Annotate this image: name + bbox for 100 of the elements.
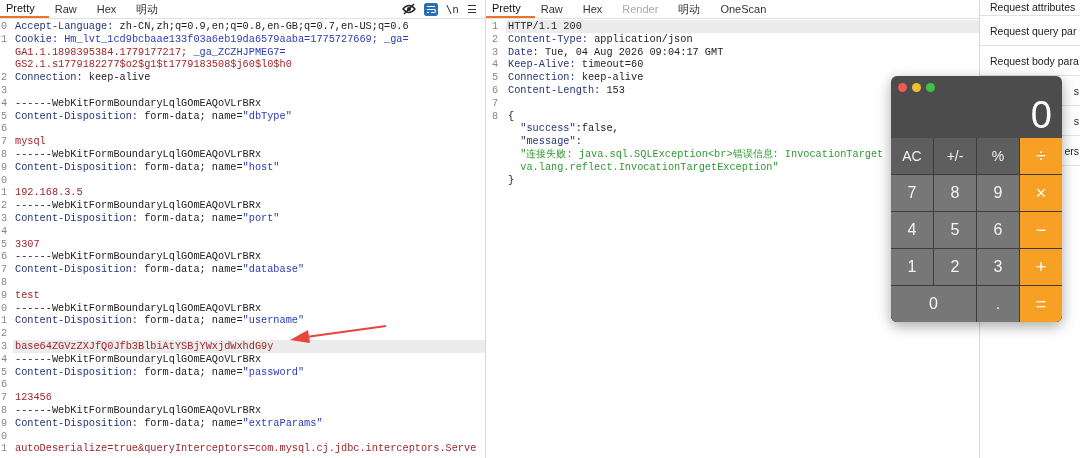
calculator-key[interactable]: 0 <box>891 286 976 322</box>
code-line: Accept-Language: zh-CN,zh;q=0.9,en;q=0.8,en-GB;q=0.7,en-US;q=0.6 <box>14 20 409 33</box>
code-line: Date: Tue, 04 Aug 2026 09:04:17 GMT <box>507 45 724 59</box>
close-icon[interactable] <box>898 83 907 92</box>
code-line: Content-Length: 153 <box>507 84 625 97</box>
menu-button[interactable]: ☰ <box>467 2 477 16</box>
code-line: ------WebKitFormBoundaryLqlGOmEAQoVLrBRx <box>14 147 262 161</box>
inspector-section[interactable]: s <box>1073 114 1079 127</box>
calculator-key[interactable]: 4 <box>891 212 933 248</box>
code-line: test <box>14 288 40 302</box>
code-line: Content-Disposition: form-data; name="database" <box>14 263 305 276</box>
line-number: 8 <box>0 147 9 161</box>
calculator-key[interactable]: % <box>977 138 1019 174</box>
code-line: Content-Disposition: form-data; name="host" <box>14 160 280 174</box>
line-number: 7 <box>491 96 500 110</box>
line-number: 0 <box>0 301 9 315</box>
line-number: 6 <box>0 378 9 392</box>
code-line: ------WebKitFormBoundaryLqlGOmEAQoVLrBRx <box>14 352 262 366</box>
calculator-key[interactable]: 1 <box>891 249 933 285</box>
calculator-key[interactable]: 9 <box>977 175 1019 211</box>
inspector-section[interactable]: Request body para <box>990 54 1079 67</box>
code-line: "success":false, <box>519 122 619 136</box>
inspector-section[interactable]: Request query par <box>990 24 1077 37</box>
tab[interactable]: 明动 <box>672 0 715 18</box>
line-number: 7 <box>0 263 9 276</box>
code-line: ------WebKitFormBoundaryLqlGOmEAQoVLrBRx <box>14 199 262 212</box>
tab[interactable]: Hex <box>90 0 131 18</box>
line-number: 8 <box>0 403 9 417</box>
code-line: "连接失败: java.sql.SQLException<br>错误信息: InvocationTarget <box>519 147 884 161</box>
line-number: 2 <box>491 32 500 46</box>
tab[interactable]: Pretty <box>486 0 535 18</box>
tab[interactable]: Pretty <box>0 0 49 18</box>
calculator-key[interactable]: 7 <box>891 175 933 211</box>
line-number: 1 <box>0 186 9 200</box>
calculator-key[interactable]: +/- <box>934 138 976 174</box>
calculator-key[interactable]: 5 <box>934 212 976 248</box>
inspector-section[interactable]: ers <box>1064 144 1079 157</box>
code-line: ------WebKitFormBoundaryLqlGOmEAQoVLrBRx <box>14 250 262 264</box>
line-number: 0 <box>0 429 9 443</box>
code-line: ------WebKitFormBoundaryLqlGOmEAQoVLrBRx <box>14 403 262 417</box>
code-line: Connection: keep-alive <box>14 71 151 84</box>
line-number: 4 <box>0 352 9 366</box>
line-number: 0 <box>0 173 9 187</box>
code-line: mysql <box>14 135 46 148</box>
line-number: 1 <box>0 442 9 456</box>
calculator-display: 0 <box>1030 93 1053 138</box>
tab[interactable]: Raw <box>48 0 91 18</box>
code-line: Content-Disposition: form-data; name="extraParams" <box>14 416 323 430</box>
code-line: Content-Disposition: form-data; name="username" <box>14 314 305 328</box>
newline-toggle[interactable]: \n <box>445 2 459 16</box>
calculator-key[interactable]: . <box>977 286 1019 322</box>
zoom-icon[interactable] <box>926 83 935 92</box>
calculator-key[interactable]: 3 <box>977 249 1019 285</box>
code-line: Content-Disposition: form-data; name="dbType" <box>14 109 292 123</box>
tab[interactable]: OneScan <box>714 0 781 18</box>
code-line: 192.168.3.5 <box>14 186 83 200</box>
line-number: 3 <box>491 45 500 59</box>
calculator-key[interactable]: AC <box>891 138 933 174</box>
line-number: 1 <box>0 32 9 46</box>
code-line: Cookie: Hm_lvt_1cd9bcbaae133f03a6eb19da6579aaba=1775727669; _ga= <box>14 32 409 46</box>
code-line: "message": <box>519 135 582 148</box>
calculator-key[interactable]: 6 <box>977 212 1019 248</box>
line-number: 4 <box>0 224 9 238</box>
line-number: 1 <box>491 20 500 33</box>
line-number: 7 <box>0 135 9 148</box>
line-number: 8 <box>491 109 500 123</box>
code-line: ------WebKitFormBoundaryLqlGOmEAQoVLrBRx <box>14 96 262 110</box>
tab[interactable]: 明动 <box>130 0 173 18</box>
code-line: Keep-Alive: timeout=60 <box>507 58 644 72</box>
line-number: 4 <box>491 58 500 72</box>
line-number: 3 <box>0 84 9 97</box>
code-line: Connection: keep-alive <box>507 71 644 84</box>
hidden-eye-icon[interactable] <box>401 3 416 15</box>
text-wrap-icon[interactable] <box>423 2 438 16</box>
line-number: 3 <box>0 211 9 225</box>
code-line: } <box>507 173 515 187</box>
calculator-key[interactable]: 2 <box>934 249 976 285</box>
inspector-section[interactable]: Request attributes <box>990 1 1076 13</box>
line-number: 8 <box>0 275 9 289</box>
code-line: Content-Disposition: form-data; name="port" <box>14 211 280 225</box>
line-number: 9 <box>0 160 9 174</box>
code-line: GA1.1.1898395384.1779177217; _ga_ZCZHJPMEG7= <box>14 45 286 59</box>
minimize-icon[interactable] <box>912 83 921 92</box>
code-line: Content-Type: application/json <box>507 32 693 46</box>
inspector-section[interactable]: s <box>1073 84 1079 97</box>
line-number: 5 <box>491 71 500 84</box>
code-line: va.lang.reflect.InvocationTargetException" <box>519 160 779 174</box>
line-number: 7 <box>0 391 9 404</box>
line-number: 5 <box>0 109 9 123</box>
code-line: GS2.1.s1779182277$o2$g1$t1779183508$j60$l0$h0 <box>14 58 292 72</box>
code-line: autoDeserialize=true&queryInterceptors=com.mysql.cj.jdbc.interceptors.Serve <box>14 442 477 456</box>
tab[interactable]: Hex <box>576 0 617 18</box>
code-line: Content-Disposition: form-data; name="password" <box>14 365 305 379</box>
code-line: ------WebKitFormBoundaryLqlGOmEAQoVLrBRx <box>14 301 262 315</box>
code-line: 123456 <box>14 391 52 404</box>
calculator-key[interactable]: 8 <box>934 175 976 211</box>
tab[interactable]: Raw <box>534 0 577 18</box>
line-number: 6 <box>491 84 500 97</box>
line-number: 0 <box>0 20 9 33</box>
line-number: 2 <box>0 71 9 84</box>
